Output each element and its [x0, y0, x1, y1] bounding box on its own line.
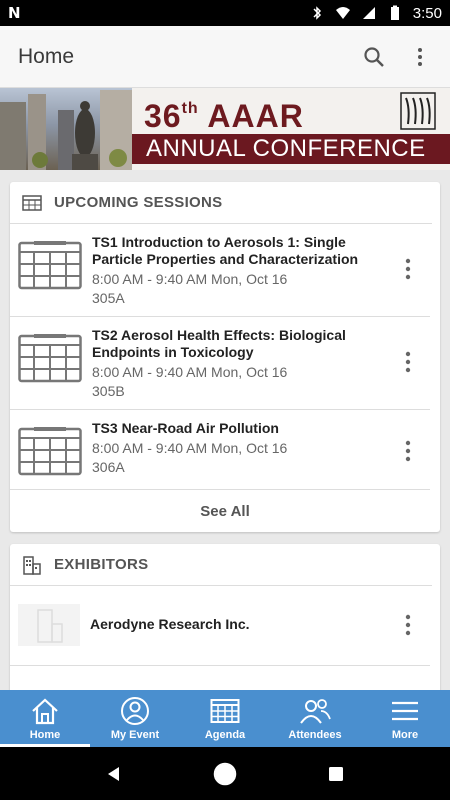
session-text: TS2 Aerosol Health Effects: Biological E… [92, 327, 392, 400]
nav-home[interactable]: Home [0, 690, 90, 747]
session-row[interactable]: TS1 Introduction to Aerosols 1: Single P… [10, 224, 430, 317]
page-title: Home [18, 44, 75, 68]
session-time: 8:00 AM - 9:40 AM Mon, Oct 16 [92, 364, 288, 380]
calendar-icon [18, 334, 82, 383]
app-bar: Home [0, 26, 450, 88]
upcoming-sessions-title: UPCOMING SESSIONS [54, 194, 223, 211]
nav-agenda[interactable]: Agenda [180, 690, 270, 747]
search-button[interactable] [362, 45, 386, 69]
status-time: 3:50 [412, 4, 442, 22]
exhibitors-header: EXHIBITORS [10, 544, 432, 586]
calendar-icon [18, 427, 82, 476]
see-all-sessions-button[interactable]: See All [10, 490, 440, 532]
session-title: TS1 Introduction to Aerosols 1: Single P… [92, 234, 359, 267]
session-room: 305A [92, 290, 125, 306]
calendar-icon [210, 699, 240, 723]
nav-my-event[interactable]: My Event [90, 690, 180, 747]
aaar-logo-icon [400, 92, 436, 130]
search-icon [364, 46, 384, 67]
nav-attendees-label: Attendees [288, 729, 342, 741]
banner-subtitle: ANNUAL CONFERENCE [146, 135, 426, 162]
session-title: TS2 Aerosol Health Effects: Biological E… [92, 327, 346, 360]
session-room: 306A [92, 459, 125, 475]
session-row[interactable]: TS3 Near-Road Air Pollution 8:00 AM - 9:… [10, 410, 430, 490]
upcoming-sessions-card: UPCOMING SESSIONS TS1 Introduction to Ae… [10, 182, 440, 532]
home-icon [32, 698, 58, 725]
exhibitor-more-icon[interactable] [404, 614, 412, 636]
calendar-icon [18, 241, 82, 290]
user-circle-icon [121, 697, 149, 725]
banner-heading: 36th AAAR [144, 98, 304, 134]
nav-more[interactable]: More [360, 690, 450, 747]
status-icons: 3:50 [309, 5, 442, 22]
building-icon [23, 555, 41, 575]
home-circle-icon[interactable] [213, 762, 237, 786]
signal-icon [362, 7, 375, 19]
session-time: 8:00 AM - 9:40 AM Mon, Oct 16 [92, 440, 288, 456]
session-row[interactable]: TS2 Aerosol Health Effects: Biological E… [10, 317, 430, 410]
exhibitors-title: EXHIBITORS [54, 556, 149, 573]
banner-photo [0, 88, 132, 170]
conference-banner[interactable]: 36th AAAR ANNUAL CONFERENCE [0, 88, 450, 170]
nav-more-label: More [391, 729, 419, 741]
people-icon [300, 699, 331, 724]
session-title: TS3 Near-Road Air Pollution [92, 420, 279, 436]
session-more-icon[interactable] [404, 440, 412, 462]
recents-icon[interactable] [327, 765, 345, 783]
bluetooth-icon [313, 6, 321, 20]
exhibitor-name: Aerodyne Research Inc. [90, 616, 250, 632]
session-more-icon[interactable] [404, 351, 412, 373]
home-content[interactable]: UPCOMING SESSIONS TS1 Introduction to Ae… [0, 170, 450, 690]
hamburger-menu-icon [392, 701, 418, 721]
nav-agenda-label: Agenda [204, 729, 246, 741]
session-text: TS1 Introduction to Aerosols 1: Single P… [92, 234, 392, 307]
wifi-icon [335, 7, 350, 19]
battery-icon [390, 5, 399, 20]
overflow-menu-button[interactable] [408, 45, 432, 69]
more-vert-icon [418, 47, 422, 66]
nav-my-event-label: My Event [110, 729, 160, 741]
exhibitor-logo-placeholder-icon [18, 604, 80, 646]
back-icon[interactable] [105, 765, 123, 783]
session-text: TS3 Near-Road Air Pollution 8:00 AM - 9:… [92, 420, 392, 476]
session-more-icon[interactable] [404, 258, 412, 280]
nav-home-label: Home [29, 729, 61, 741]
bottom-navigation: Home My Event Agenda Attendees More [0, 690, 450, 747]
upcoming-sessions-header: UPCOMING SESSIONS [10, 182, 432, 224]
app-bar-actions [362, 45, 432, 69]
notification-n-icon: N [8, 4, 21, 22]
exhibitor-row[interactable]: Aerodyne Research Inc. [10, 586, 430, 666]
system-navigation-bar [0, 747, 450, 800]
status-bar: N 3:50 [0, 0, 450, 26]
exhibitors-card: EXHIBITORS Aerodyne Research Inc. [10, 544, 440, 690]
calendar-grid-icon [22, 194, 42, 211]
session-time: 8:00 AM - 9:40 AM Mon, Oct 16 [92, 271, 288, 287]
nav-attendees[interactable]: Attendees [270, 690, 360, 747]
session-room: 305B [92, 383, 125, 399]
